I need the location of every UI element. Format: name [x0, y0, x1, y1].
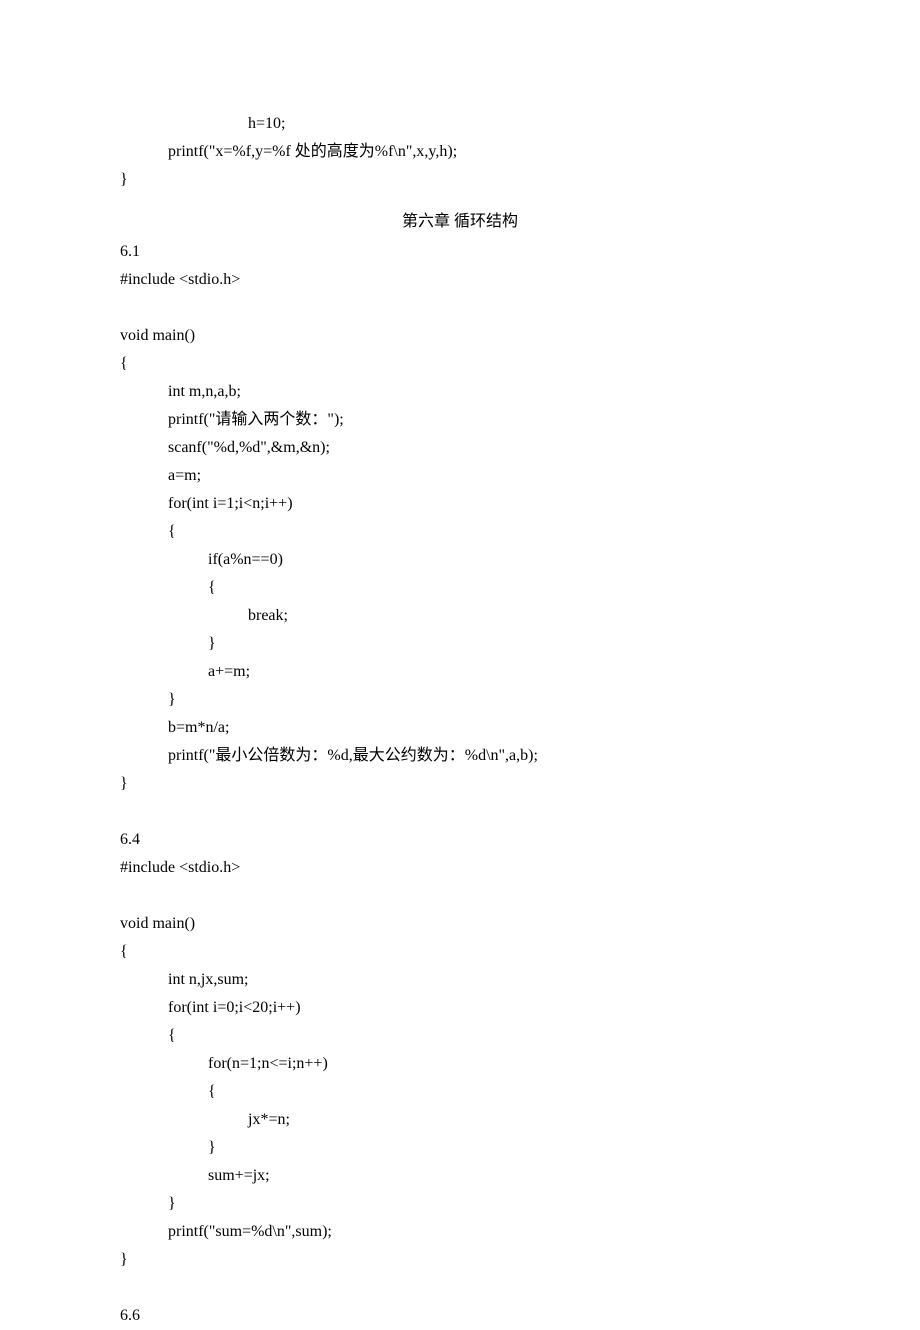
code-line: sum+=jx;: [120, 1162, 800, 1190]
code-line: jx*=n;: [120, 1106, 800, 1134]
code-line: {: [120, 350, 800, 378]
code-line: }: [120, 166, 800, 194]
code-line: void main(): [120, 910, 800, 938]
code-line: scanf("%d,%d",&m,&n);: [120, 434, 800, 462]
code-line: void main(): [120, 322, 800, 350]
code-line: }: [120, 1190, 800, 1218]
code-line: #include <stdio.h>: [120, 854, 800, 882]
code-line: break;: [120, 602, 800, 630]
code-line: {: [120, 1022, 800, 1050]
code-line: {: [120, 1078, 800, 1106]
code-line: {: [120, 938, 800, 966]
section-label: 6.6: [120, 1302, 800, 1330]
chapter-heading: 第六章 循环结构: [120, 208, 800, 236]
code-line: int n,jx,sum;: [120, 966, 800, 994]
code-line: for(n=1;n<=i;n++): [120, 1050, 800, 1078]
code-line: printf("最小公倍数为：%d,最大公约数为：%d\n",a,b);: [120, 742, 800, 770]
code-line: {: [120, 574, 800, 602]
code-line: for(int i=0;i<20;i++): [120, 994, 800, 1022]
code-line: }: [120, 770, 800, 798]
code-line: {: [120, 518, 800, 546]
code-line: printf("请输入两个数：");: [120, 406, 800, 434]
section-label: 6.1: [120, 238, 800, 266]
code-line: int m,n,a,b;: [120, 378, 800, 406]
code-line: }: [120, 686, 800, 714]
code-line: printf("x=%f,y=%f 处的高度为%f\n",x,y,h);: [120, 138, 800, 166]
code-line: if(a%n==0): [120, 546, 800, 574]
code-line: printf("sum=%d\n",sum);: [120, 1218, 800, 1246]
code-line: a+=m;: [120, 658, 800, 686]
code-line: }: [120, 1246, 800, 1274]
code-line: }: [120, 1134, 800, 1162]
code-line: }: [120, 630, 800, 658]
code-line: a=m;: [120, 462, 800, 490]
document-content: h=10; printf("x=%f,y=%f 处的高度为%f\n",x,y,h…: [120, 110, 800, 1330]
code-line: b=m*n/a;: [120, 714, 800, 742]
code-line: #include <stdio.h>: [120, 266, 800, 294]
section-label: 6.4: [120, 826, 800, 854]
code-line: for(int i=1;i<n;i++): [120, 490, 800, 518]
code-line: h=10;: [120, 110, 800, 138]
